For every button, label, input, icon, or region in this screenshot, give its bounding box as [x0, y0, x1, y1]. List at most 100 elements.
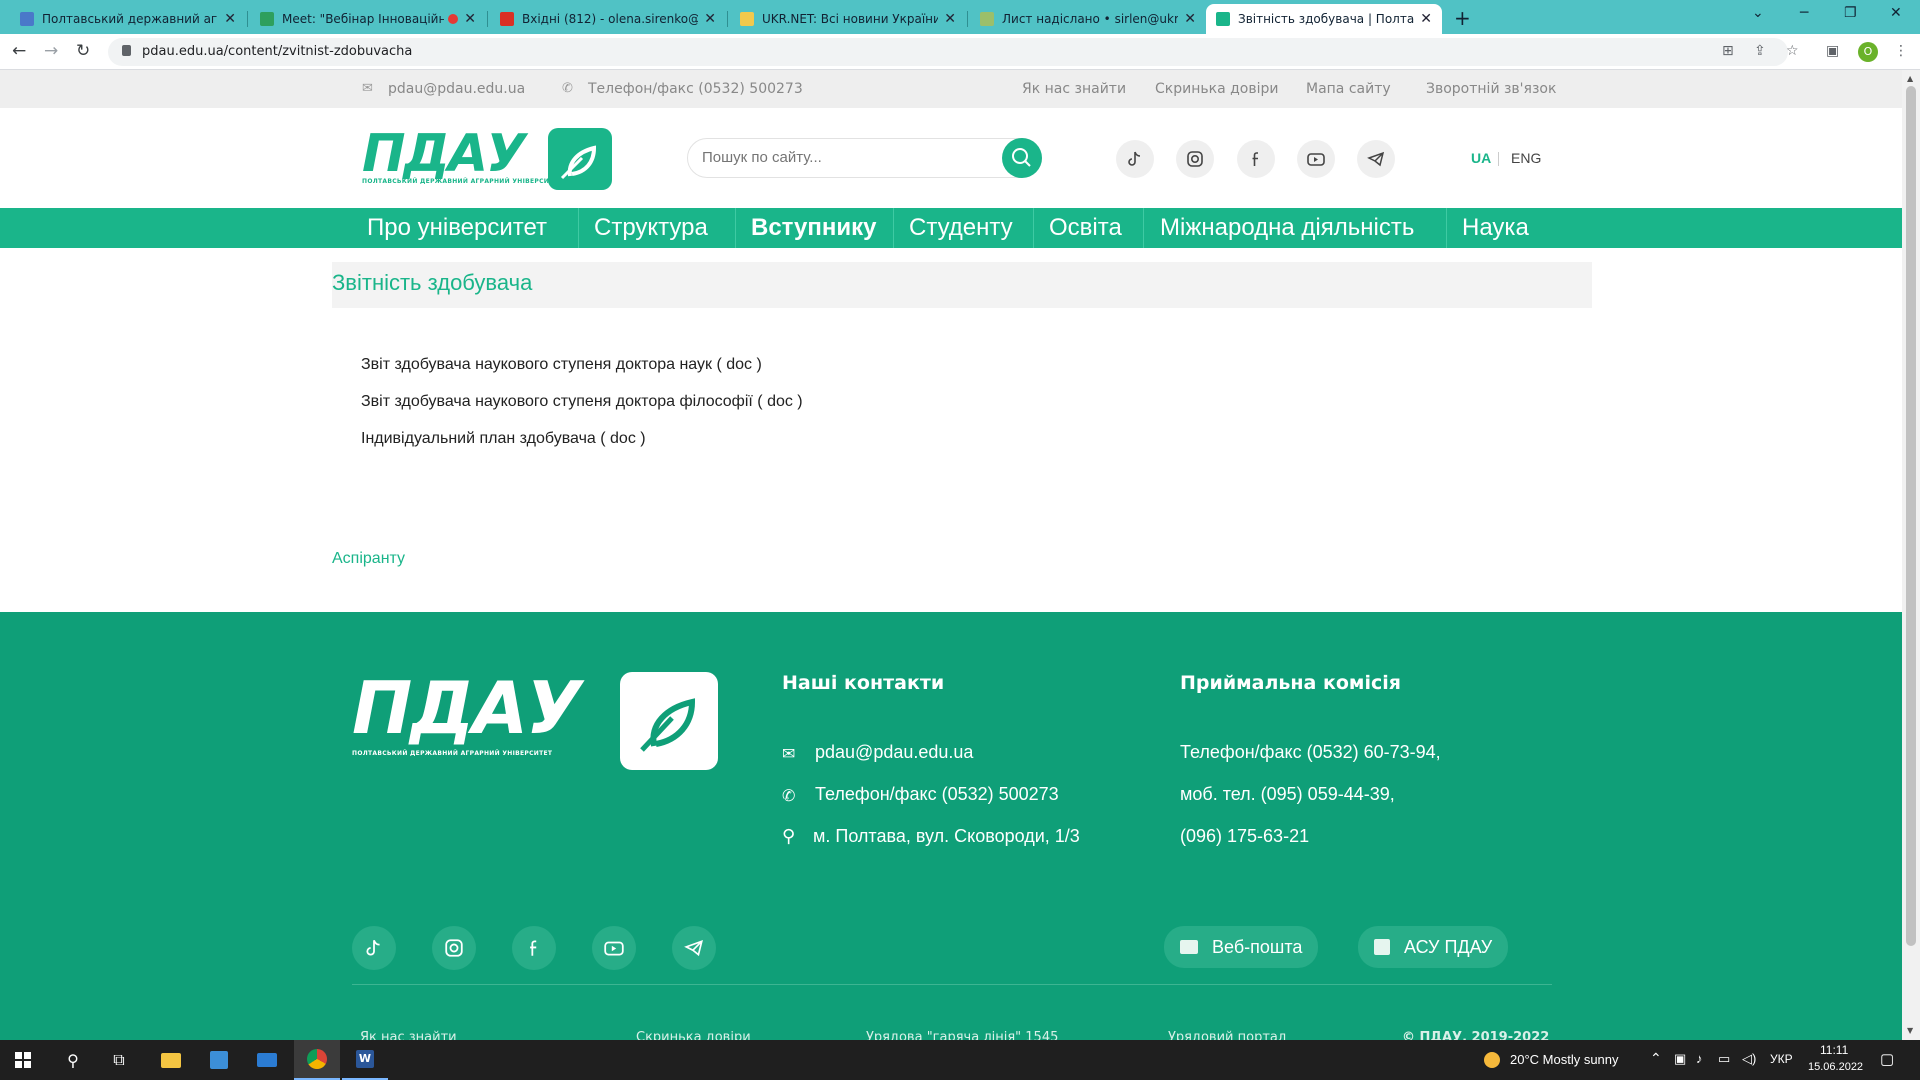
topbar-link-sitemap[interactable]: Мапа сайту [1306, 81, 1391, 97]
share-icon[interactable]: ⇪ [1754, 43, 1766, 59]
close-tab-icon[interactable]: ✕ [464, 11, 476, 27]
search-icon [1012, 148, 1031, 167]
nav-item-student[interactable]: Студенту [909, 208, 1013, 248]
forward-icon[interactable]: → [44, 41, 58, 61]
new-tab-icon[interactable]: + [1454, 6, 1471, 30]
tab-favicon-icon [1216, 12, 1230, 26]
browser-tab[interactable]: Полтавський державний аграрн ✕ [10, 4, 246, 34]
scroll-down-icon[interactable]: ▼ [1907, 1026, 1913, 1035]
side-panel-icon[interactable]: ▣ [1826, 43, 1839, 59]
instagram-icon[interactable] [1176, 140, 1214, 178]
clock-date[interactable]: 15.06.2022 [1808, 1061, 1863, 1073]
phone-icon: ✆ [562, 81, 573, 96]
browser-tab[interactable]: Вхідні (812) - olena.sirenko@pd ✕ [490, 4, 726, 34]
doc-link-phd-report[interactable]: Звіт здобувача наукового ступеня доктора… [361, 393, 803, 411]
nav-item-about[interactable]: Про університет [367, 208, 547, 248]
scroll-up-icon[interactable]: ▲ [1907, 74, 1913, 83]
topbar-link-trust-box[interactable]: Скринька довіри [1155, 81, 1278, 97]
telegram-icon[interactable] [1357, 140, 1395, 178]
footer-instagram-icon[interactable] [432, 926, 476, 970]
menu-icon[interactable]: ⋮ [1894, 43, 1908, 59]
footer-address: м. Полтава, вул. Сковороди, 1/3 [813, 826, 1080, 846]
asu-leaf-icon [1374, 939, 1390, 955]
chrome-icon[interactable] [294, 1040, 340, 1080]
youtube-icon[interactable] [1297, 140, 1335, 178]
lock-icon [122, 45, 131, 56]
browser-tab-active[interactable]: Звітність здобувача | Полтавськ ✕ [1206, 4, 1442, 34]
nav-item-structure[interactable]: Структура [594, 208, 708, 248]
footer-telegram-icon[interactable] [672, 926, 716, 970]
task-view-icon[interactable]: ⧉ [96, 1040, 142, 1080]
scroll-thumb[interactable] [1906, 86, 1916, 946]
windows-start-icon[interactable] [0, 1040, 46, 1080]
recording-icon [448, 14, 459, 24]
site-footer: ПДАУ ПОЛТАВСЬКИЙ ДЕРЖАВНИЙ АГРАРНИЙ УНІВ… [0, 612, 1902, 1045]
minimize-icon[interactable]: ─ [1800, 5, 1808, 21]
topbar-link-feedback[interactable]: Зворотній зв'язок [1426, 81, 1556, 97]
main-nav: Про університет Структура Вступнику Студ… [0, 208, 1902, 248]
close-tab-icon[interactable]: ✕ [224, 11, 236, 27]
translate-icon[interactable]: ⊞ [1722, 43, 1734, 59]
address-bar[interactable]: pdau.edu.ua/content/zvitnist-zdobuvacha [108, 38, 1788, 66]
file-explorer-icon[interactable] [148, 1040, 194, 1080]
browser-tab[interactable]: Meet: "Вебінар Інноваційні ✕ [250, 4, 486, 34]
nav-item-education[interactable]: Освіта [1049, 208, 1122, 248]
lang-ua-link[interactable]: UA [1471, 150, 1491, 166]
profile-avatar[interactable]: O [1858, 42, 1878, 62]
bookmark-star-icon[interactable]: ☆ [1786, 43, 1799, 59]
restore-icon[interactable]: ❐ [1844, 5, 1857, 21]
footer-facebook-icon[interactable] [512, 926, 556, 970]
nav-item-applicant[interactable]: Вступнику [751, 208, 876, 248]
tab-favicon-icon [740, 12, 754, 26]
doc-link-doctor-report[interactable]: Звіт здобувача наукового ступеня доктора… [361, 356, 762, 374]
tab-search-icon[interactable]: ⌄ [1752, 5, 1764, 21]
email-icon: ✉ [782, 744, 796, 763]
back-link-postgraduate[interactable]: Аспіранту [332, 550, 405, 568]
nav-item-science[interactable]: Наука [1462, 208, 1529, 248]
footer-email[interactable]: pdau@pdau.edu.ua [815, 742, 973, 763]
keyboard-language[interactable]: УКР [1770, 1052, 1793, 1066]
leaf-logo-icon [548, 128, 612, 190]
tab-favicon-icon [20, 12, 34, 26]
topbar-link-find-us[interactable]: Як нас знайти [1022, 81, 1126, 97]
tray-app-icon[interactable]: ▣ [1674, 1051, 1686, 1067]
browser-tab[interactable]: UKR.NET: Всі новини України, о ✕ [730, 4, 966, 34]
mail-icon [1180, 940, 1198, 954]
topbar-email[interactable]: pdau@pdau.edu.ua [388, 81, 525, 97]
search-input[interactable] [702, 149, 982, 166]
doc-link-individual-plan[interactable]: Індивідуальний план здобувача ( doc ) [361, 430, 646, 448]
lang-divider [1498, 152, 1499, 166]
footer-contacts-title: Наші контакти [782, 672, 945, 694]
weather-text[interactable]: 20°C Mostly sunny [1510, 1052, 1619, 1067]
notifications-icon[interactable]: ▢ [1880, 1050, 1894, 1068]
microphone-icon[interactable]: ♪ [1696, 1051, 1703, 1066]
nav-item-international[interactable]: Міжнародна діяльність [1160, 208, 1414, 248]
windows-taskbar: ⚲ ⧉ W 20°C Mostly sunny ⌃ ▣ ♪ ▭ ◁) УКР 1… [0, 1040, 1920, 1080]
facebook-icon[interactable] [1237, 140, 1275, 178]
browser-tab[interactable]: Лист надіслано • sirlen@ukr.net ✕ [970, 4, 1206, 34]
footer-tiktok-icon[interactable] [352, 926, 396, 970]
mail-app-icon[interactable] [244, 1040, 290, 1080]
volume-icon[interactable]: ◁) [1742, 1051, 1756, 1067]
tray-chevron-icon[interactable]: ⌃ [1650, 1050, 1662, 1067]
network-icon[interactable]: ▭ [1718, 1051, 1730, 1067]
close-window-icon[interactable]: ✕ [1890, 5, 1902, 21]
webmail-button[interactable]: Веб-пошта [1164, 926, 1319, 968]
page-title: Звітність здобувача [332, 270, 533, 295]
close-tab-icon[interactable]: ✕ [1184, 11, 1196, 27]
reload-icon[interactable]: ↻ [76, 41, 90, 61]
close-tab-icon[interactable]: ✕ [1420, 11, 1432, 27]
search-button[interactable] [1002, 138, 1042, 178]
back-icon[interactable]: ← [12, 41, 26, 61]
page-scrollbar[interactable]: ▲ ▼ [1902, 70, 1920, 1040]
tiktok-icon[interactable] [1116, 140, 1154, 178]
clock-time[interactable]: 11:11 [1820, 1043, 1848, 1057]
search-icon[interactable]: ⚲ [50, 1040, 96, 1080]
footer-youtube-icon[interactable] [592, 926, 636, 970]
lang-eng-link[interactable]: ENG [1511, 150, 1541, 166]
close-tab-icon[interactable]: ✕ [944, 11, 956, 27]
word-icon[interactable]: W [342, 1040, 388, 1080]
store-icon[interactable] [196, 1040, 242, 1080]
close-tab-icon[interactable]: ✕ [704, 11, 716, 27]
asu-button[interactable]: АСУ ПДАУ [1358, 926, 1509, 968]
